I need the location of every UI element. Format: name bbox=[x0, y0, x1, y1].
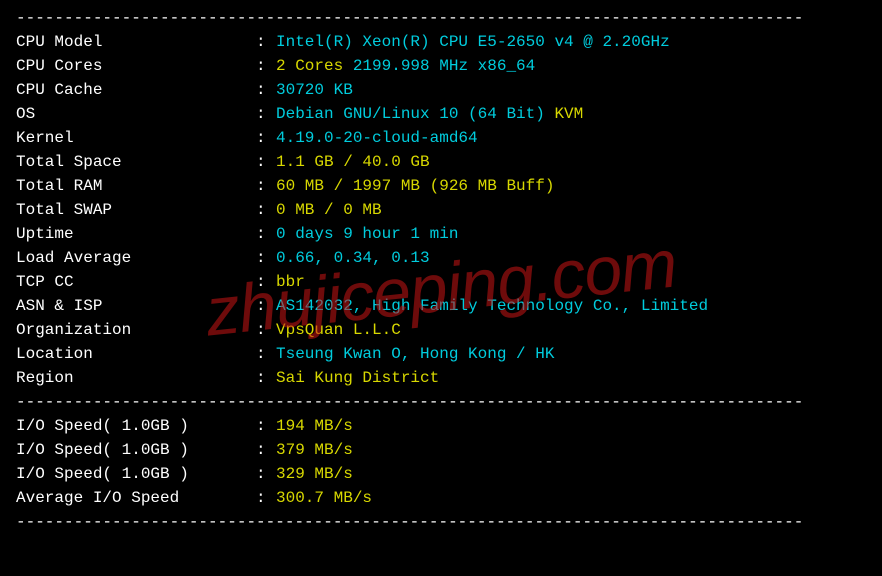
row-label: Location bbox=[16, 342, 256, 366]
info-row: CPU Cache: 30720 KB bbox=[16, 78, 866, 102]
system-info-block: CPU Model: Intel(R) Xeon(R) CPU E5-2650 … bbox=[16, 30, 866, 390]
colon: : bbox=[256, 30, 276, 54]
row-label: Average I/O Speed bbox=[16, 486, 256, 510]
row-value: Intel(R) Xeon(R) CPU E5-2650 v4 @ 2.20GH… bbox=[276, 30, 866, 54]
colon: : bbox=[256, 342, 276, 366]
row-label: Organization bbox=[16, 318, 256, 342]
colon: : bbox=[256, 198, 276, 222]
io-row: I/O Speed( 1.0GB ): 329 MB/s bbox=[16, 462, 866, 486]
row-label: Kernel bbox=[16, 126, 256, 150]
row-value: 2 Cores 2199.998 MHz x86_64 bbox=[276, 54, 866, 78]
io-row: Average I/O Speed: 300.7 MB/s bbox=[16, 486, 866, 510]
info-row: Uptime: 0 days 9 hour 1 min bbox=[16, 222, 866, 246]
row-label: I/O Speed( 1.0GB ) bbox=[16, 438, 256, 462]
colon: : bbox=[256, 222, 276, 246]
row-value: 0.66, 0.34, 0.13 bbox=[276, 246, 866, 270]
row-value: 4.19.0-20-cloud-amd64 bbox=[276, 126, 866, 150]
io-speed-block: I/O Speed( 1.0GB ): 194 MB/sI/O Speed( 1… bbox=[16, 414, 866, 510]
row-value: 60 MB / 1997 MB (926 MB Buff) bbox=[276, 174, 866, 198]
row-value: 379 MB/s bbox=[276, 438, 866, 462]
colon: : bbox=[256, 414, 276, 438]
colon: : bbox=[256, 102, 276, 126]
info-row: CPU Model: Intel(R) Xeon(R) CPU E5-2650 … bbox=[16, 30, 866, 54]
info-row: TCP CC: bbr bbox=[16, 270, 866, 294]
row-value: 329 MB/s bbox=[276, 462, 866, 486]
colon: : bbox=[256, 54, 276, 78]
row-label: Region bbox=[16, 366, 256, 390]
row-value: AS142032, High Family Technology Co., Li… bbox=[276, 294, 866, 318]
row-value: 300.7 MB/s bbox=[276, 486, 866, 510]
row-value: 194 MB/s bbox=[276, 414, 866, 438]
row-label: I/O Speed( 1.0GB ) bbox=[16, 414, 256, 438]
row-label: ASN & ISP bbox=[16, 294, 256, 318]
row-label: Load Average bbox=[16, 246, 256, 270]
row-label: OS bbox=[16, 102, 256, 126]
info-row: Load Average: 0.66, 0.34, 0.13 bbox=[16, 246, 866, 270]
row-value: Debian GNU/Linux 10 (64 Bit) KVM bbox=[276, 102, 866, 126]
row-label: Total RAM bbox=[16, 174, 256, 198]
divider-middle: ----------------------------------------… bbox=[16, 390, 866, 414]
info-row: OS: Debian GNU/Linux 10 (64 Bit) KVM bbox=[16, 102, 866, 126]
row-value: 0 MB / 0 MB bbox=[276, 198, 866, 222]
info-row: CPU Cores: 2 Cores 2199.998 MHz x86_64 bbox=[16, 54, 866, 78]
row-value: 0 days 9 hour 1 min bbox=[276, 222, 866, 246]
colon: : bbox=[256, 366, 276, 390]
row-label: TCP CC bbox=[16, 270, 256, 294]
info-row: Total Space: 1.1 GB / 40.0 GB bbox=[16, 150, 866, 174]
info-row: Region: Sai Kung District bbox=[16, 366, 866, 390]
row-value: Sai Kung District bbox=[276, 366, 866, 390]
colon: : bbox=[256, 150, 276, 174]
colon: : bbox=[256, 462, 276, 486]
info-row: Total RAM: 60 MB / 1997 MB (926 MB Buff) bbox=[16, 174, 866, 198]
colon: : bbox=[256, 318, 276, 342]
row-value: Tseung Kwan O, Hong Kong / HK bbox=[276, 342, 866, 366]
colon: : bbox=[256, 126, 276, 150]
io-row: I/O Speed( 1.0GB ): 379 MB/s bbox=[16, 438, 866, 462]
divider-bottom: ----------------------------------------… bbox=[16, 510, 866, 534]
info-row: Kernel: 4.19.0-20-cloud-amd64 bbox=[16, 126, 866, 150]
colon: : bbox=[256, 174, 276, 198]
row-label: I/O Speed( 1.0GB ) bbox=[16, 462, 256, 486]
row-label: CPU Cache bbox=[16, 78, 256, 102]
row-value: bbr bbox=[276, 270, 866, 294]
info-row: Total SWAP: 0 MB / 0 MB bbox=[16, 198, 866, 222]
row-value: 1.1 GB / 40.0 GB bbox=[276, 150, 866, 174]
info-row: ASN & ISP: AS142032, High Family Technol… bbox=[16, 294, 866, 318]
row-label: Total SWAP bbox=[16, 198, 256, 222]
row-label: Uptime bbox=[16, 222, 256, 246]
info-row: Location: Tseung Kwan O, Hong Kong / HK bbox=[16, 342, 866, 366]
row-value: 30720 KB bbox=[276, 78, 866, 102]
io-row: I/O Speed( 1.0GB ): 194 MB/s bbox=[16, 414, 866, 438]
colon: : bbox=[256, 78, 276, 102]
colon: : bbox=[256, 294, 276, 318]
info-row: Organization: VpsQuan L.L.C bbox=[16, 318, 866, 342]
colon: : bbox=[256, 246, 276, 270]
colon: : bbox=[256, 438, 276, 462]
colon: : bbox=[256, 270, 276, 294]
row-label: CPU Model bbox=[16, 30, 256, 54]
colon: : bbox=[256, 486, 276, 510]
row-label: CPU Cores bbox=[16, 54, 256, 78]
row-label: Total Space bbox=[16, 150, 256, 174]
divider-top: ----------------------------------------… bbox=[16, 6, 866, 30]
row-value: VpsQuan L.L.C bbox=[276, 318, 866, 342]
